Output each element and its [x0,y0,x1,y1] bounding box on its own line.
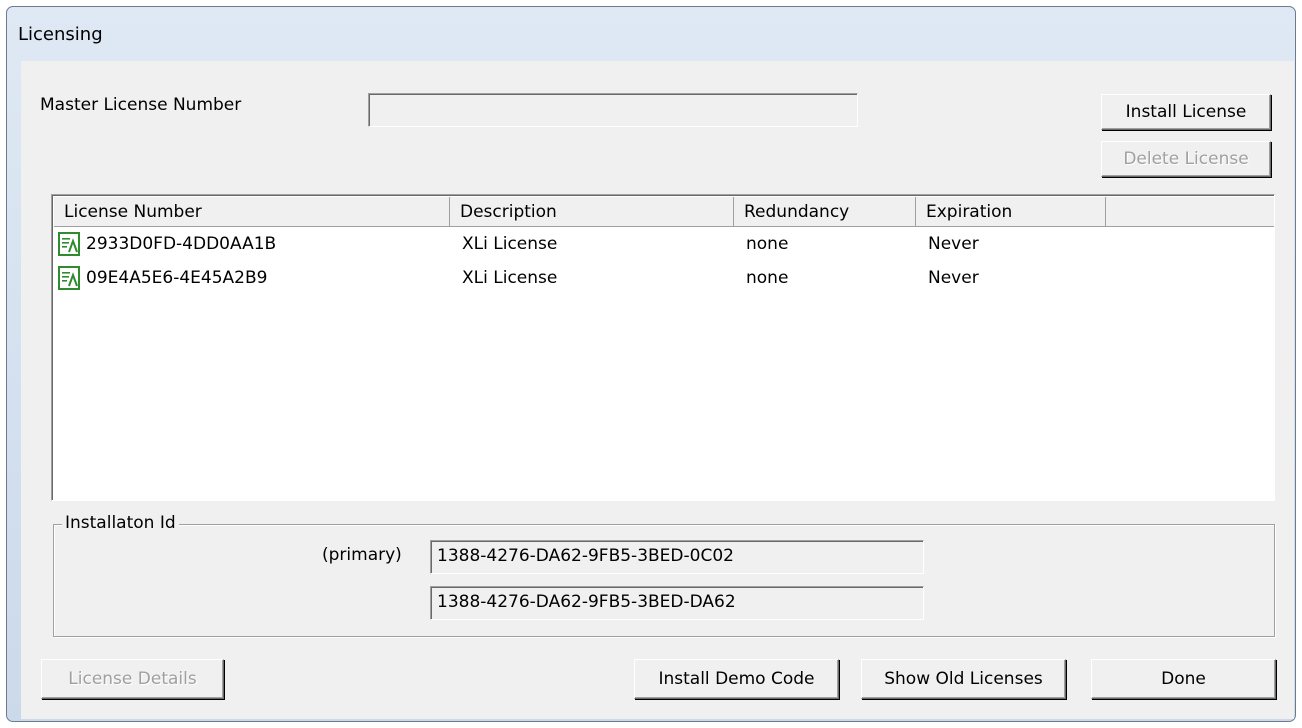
license-redundancy: none [746,268,789,288]
dialog-body: Master License Number Install License De… [21,61,1294,719]
license-number: 09E4A5E6-4E45A2B9 [86,268,268,288]
license-expiration: Never [928,234,979,254]
list-header: License Number Description Redundancy Ex… [54,197,1274,227]
installation-id-group: Installaton Id (primary) 1388-4276-DA62-… [53,513,1275,637]
table-row[interactable]: 2933D0FD-4DD0AA1B XLi License none Never [54,229,1272,259]
install-demo-code-button[interactable]: Install Demo Code [634,659,839,699]
secondary-installation-id: 1388-4276-DA62-9FB5-3BED-DA62 [437,592,736,612]
primary-installation-id: 1388-4276-DA62-9FB5-3BED-0C02 [437,546,734,566]
license-number: 2933D0FD-4DD0AA1B [86,234,277,254]
license-expiration: Never [928,268,979,288]
license-details-button[interactable]: License Details [41,659,224,699]
installation-id-legend: Installaton Id [62,513,179,533]
license-redundancy: none [746,234,789,254]
license-description: XLi License [462,234,558,254]
licensing-window: Licensing Master License Number Install … [6,6,1296,722]
column-header-redundancy[interactable]: Redundancy [734,197,916,227]
column-header-expiration[interactable]: Expiration [916,197,1106,227]
install-license-button[interactable]: Install License [1101,94,1271,130]
secondary-installation-id-field[interactable]: 1388-4276-DA62-9FB5-3BED-DA62 [430,586,924,620]
license-list[interactable]: License Number Description Redundancy Ex… [51,194,1275,501]
master-license-input[interactable] [368,93,858,127]
delete-license-button[interactable]: Delete License [1101,141,1271,177]
master-license-label: Master License Number [40,95,242,115]
window-title: Licensing [18,24,103,45]
column-header-description[interactable]: Description [450,197,734,227]
show-old-licenses-button[interactable]: Show Old Licenses [861,659,1066,699]
primary-installation-id-field[interactable]: 1388-4276-DA62-9FB5-3BED-0C02 [430,540,924,574]
primary-label: (primary) [322,545,402,565]
license-certificate-icon [58,266,80,290]
column-header-license-number[interactable]: License Number [54,197,450,227]
done-button[interactable]: Done [1091,659,1276,699]
license-description: XLi License [462,268,558,288]
table-row[interactable]: 09E4A5E6-4E45A2B9 XLi License none Never [54,263,1272,293]
license-certificate-icon [58,232,80,256]
title-bar[interactable]: Licensing [8,8,1294,58]
column-header-blank[interactable] [1106,197,1274,227]
